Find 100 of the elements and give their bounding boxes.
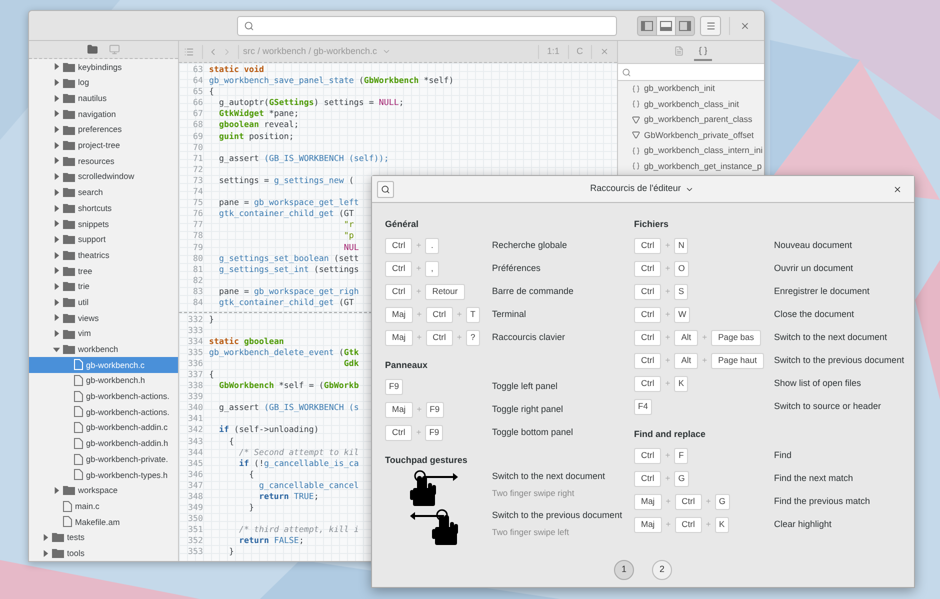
expander-icon[interactable] [53,330,60,338]
expander-icon[interactable] [53,173,60,180]
tree-item[interactable]: theatrics [29,247,178,263]
code-line: g_assert (GB_IS_WORKBENCH (self)); [218,152,389,164]
search-button[interactable] [377,180,394,198]
tree-item[interactable]: preferences [29,122,178,138]
dialog-title-button[interactable]: Raccourcis de l'éditeur [590,182,694,196]
file-icon [63,516,72,528]
panel-toggle-button[interactable] [636,16,657,36]
expander-icon[interactable] [53,314,60,322]
expander-icon[interactable] [53,298,60,306]
tree-item[interactable]: navigation [29,106,178,122]
tree-item[interactable]: tests [29,530,178,546]
tree-item[interactable]: tools [29,545,178,561]
search-field[interactable] [237,16,618,36]
tree-item[interactable]: gb-workbench.h [29,372,178,388]
expander-icon[interactable] [53,252,60,259]
folder-icon [63,266,75,276]
tree-item[interactable]: gb-workbench-actions. [29,404,178,420]
sidebar-tab[interactable] [86,42,100,56]
expander-icon[interactable] [53,126,60,134]
expander-icon[interactable] [53,282,60,290]
key-cap: Maj [385,330,413,346]
expander-icon[interactable] [53,142,60,149]
code-line: /* third attempt, kill i [238,524,359,536]
plus-sign: + [664,262,672,275]
tree-item[interactable]: support [29,232,178,248]
tree-item[interactable]: tree [29,262,178,279]
symbol-search-field[interactable] [618,63,764,81]
symbol-item[interactable]: gb_workbench_parent_class [618,112,764,128]
line-number: 335 [187,346,204,358]
code-line: if (!g_cancellable_is_ca [238,458,359,469]
tree-item[interactable]: Makefile.am [29,514,178,530]
tree-item[interactable]: resources [29,153,178,169]
tree-item[interactable]: gb-workbench-actions. [29,388,178,404]
tree-item[interactable]: search [29,184,178,200]
tree-item[interactable]: vim [29,326,178,342]
folder-icon [63,203,75,214]
expander-icon[interactable] [53,346,60,353]
symbol-item[interactable]: gb_workbench_get_instance_p [618,158,764,174]
tree-item[interactable]: views [29,310,178,326]
file-icon [74,390,83,402]
file-icon [74,422,83,434]
symbol-item[interactable]: gb_workbench_class_intern_ini [618,143,764,158]
tree-item[interactable]: shortcuts [29,200,178,216]
tree-item[interactable]: log [29,74,178,90]
line-number: 343 [187,436,204,447]
tree-item[interactable]: workspace [29,482,178,498]
line-number: 342 [187,424,204,436]
expander-icon[interactable] [53,94,60,102]
folder-icon [63,234,75,244]
page-button[interactable]: 1 [614,560,634,580]
page-button[interactable]: 2 [652,560,672,580]
code-line: GbWorkbench *self = (GbWorkb [218,380,359,392]
tree-item[interactable]: gb-workbench-types.h [29,466,178,483]
shortcut-description: Terminal [492,308,526,321]
tree-item[interactable]: nautilus [29,90,178,106]
tree-item[interactable]: project-tree [29,137,178,154]
expander-icon[interactable] [53,110,60,118]
expander-icon[interactable] [53,63,60,70]
expander-icon[interactable] [53,79,60,86]
expander-icon[interactable] [53,220,60,228]
symbol-item[interactable]: GbWorkbench_private_offset [618,128,764,143]
line-number: 78 [192,230,204,242]
expander-icon[interactable] [53,188,60,196]
code-line: pane = gb_workspace_get_righ [218,286,359,297]
tree-item[interactable]: snippets [29,216,178,232]
tree-item[interactable]: util [29,294,178,310]
expander-icon[interactable] [53,486,60,494]
line-number: 71 [192,152,204,164]
symbol-item[interactable]: gb_workbench_class_init [618,96,764,112]
symbol-item[interactable]: gb_workbench_init [618,81,764,96]
expander-icon[interactable] [53,236,60,243]
expander-icon[interactable] [42,550,49,557]
line-number: 352 [187,535,204,546]
code-line: } [209,314,214,325]
shortcut-description: Enregistrer le document [774,284,870,298]
tree-item[interactable]: main.c [29,498,178,514]
tree-item[interactable]: gb-workbench-addin.c [29,420,178,436]
plus-sign: + [456,331,463,344]
tree-item[interactable]: gb-workbench-addin.h [29,436,178,452]
tree-item[interactable]: keybindings [29,59,178,75]
expander-icon[interactable] [53,157,60,164]
shortcut-description: Barre de commande [492,284,574,298]
tree-item[interactable]: workbench [29,341,178,358]
shortcut-description: Find the previous match [774,494,870,508]
braces-icon [632,100,640,108]
tree-item[interactable]: trie [29,278,178,294]
tree-item[interactable]: gb-workbench-private. [29,451,178,467]
expander-icon[interactable] [53,204,60,212]
folder-icon [63,328,75,339]
shortcut-description: Show list of open files [774,376,862,390]
menu-button[interactable] [700,16,722,36]
panel-toggle-button[interactable] [674,16,695,36]
tree-item[interactable]: scrolledwindow [29,168,178,184]
expander-icon[interactable] [53,267,60,274]
panel-toggle-button[interactable] [656,16,676,36]
expander-icon[interactable] [42,534,49,541]
folder-icon [63,344,75,354]
line-number: 84 [192,296,204,308]
